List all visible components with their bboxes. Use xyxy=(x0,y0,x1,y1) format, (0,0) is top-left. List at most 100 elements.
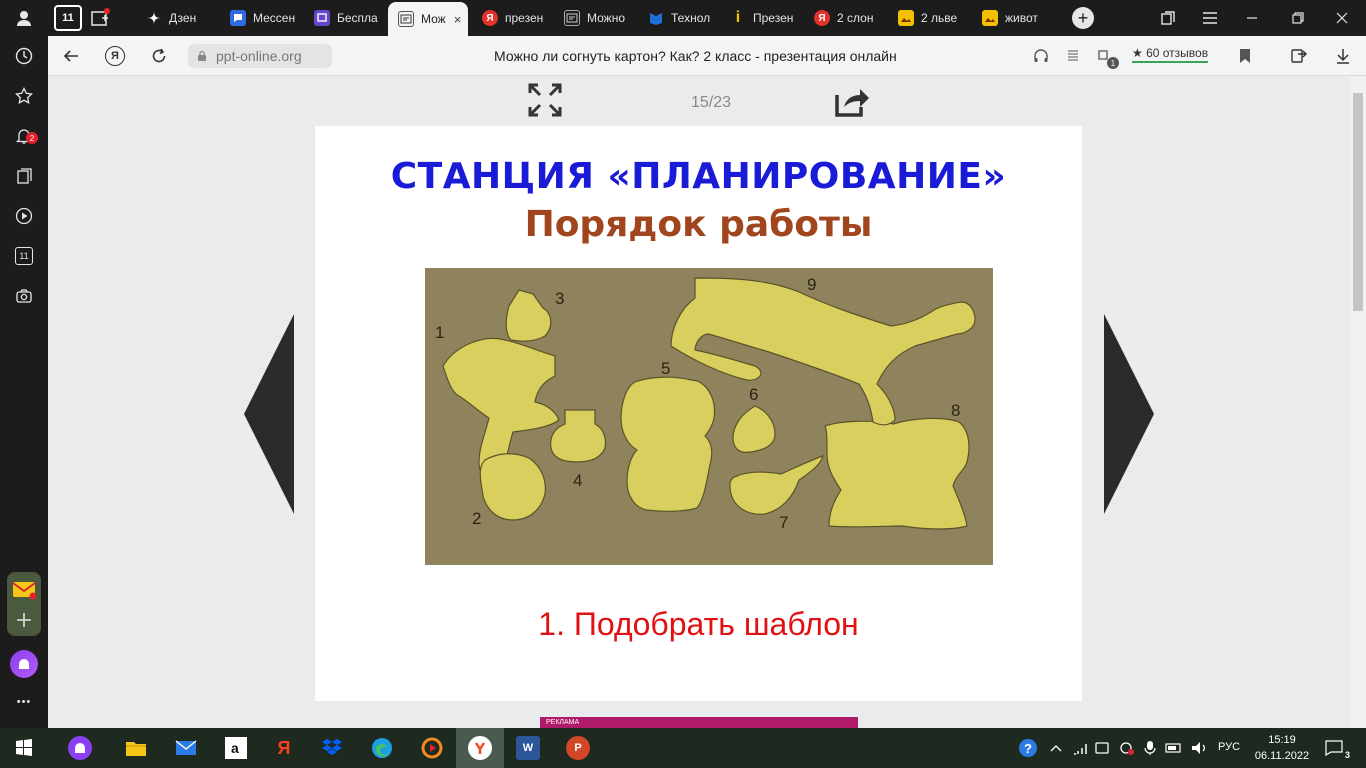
mail-app-icon[interactable] xyxy=(174,736,198,760)
tray-chevron-icon[interactable] xyxy=(1044,736,1068,760)
yandex-browser-icon[interactable] xyxy=(468,736,492,760)
reviews-button[interactable]: ★ 60 отзывов xyxy=(1132,46,1209,63)
extensions-icon[interactable]: 1 xyxy=(1094,45,1119,69)
next-slide-arrow[interactable] xyxy=(1102,314,1154,514)
tab-twitch[interactable]: Беспла xyxy=(314,0,384,36)
new-tab-button[interactable]: + xyxy=(1072,7,1094,29)
tab-counter-label: 11 xyxy=(62,12,74,24)
download-icon[interactable] xyxy=(1332,45,1354,67)
tab-label: Презен xyxy=(753,11,794,25)
tab-label: Можно xyxy=(587,11,625,25)
template-number: 1 xyxy=(435,323,444,342)
tab-label: Технол xyxy=(671,11,711,25)
image-icon xyxy=(898,10,914,26)
alice-taskbar-icon[interactable] xyxy=(68,736,92,760)
reader-mode-icon[interactable] xyxy=(1062,45,1084,67)
share-slide-icon[interactable] xyxy=(834,85,870,119)
tab-label: живот xyxy=(1005,11,1038,25)
tab-counter-button[interactable]: 11 xyxy=(54,5,82,31)
yandex-logo-label: Я xyxy=(105,46,125,66)
history-icon[interactable] xyxy=(12,44,36,68)
previous-slide-arrow[interactable] xyxy=(244,314,296,514)
tab-label: 2 льве xyxy=(921,11,958,25)
screenshot-camera-icon[interactable] xyxy=(12,284,36,308)
notification-center-icon[interactable]: 3 xyxy=(1322,736,1350,760)
edge-browser-icon[interactable] xyxy=(370,736,394,760)
scrollbar-thumb[interactable] xyxy=(1353,93,1363,311)
start-windows-icon[interactable] xyxy=(12,736,36,760)
mail-icon[interactable] xyxy=(12,578,37,600)
clock-time: 15:19 xyxy=(1268,734,1296,746)
reload-icon[interactable] xyxy=(148,45,170,67)
image-icon xyxy=(982,10,998,26)
svg-text:a: a xyxy=(231,740,239,756)
new-tab-group-icon[interactable] xyxy=(90,8,110,28)
battery-icon[interactable] xyxy=(1162,736,1186,760)
volume-icon[interactable] xyxy=(1188,736,1212,760)
tray-app-icon[interactable] xyxy=(1090,736,1114,760)
media-player-icon[interactable] xyxy=(420,736,444,760)
tab-dzen[interactable]: Дзен xyxy=(146,0,218,36)
collections-cards-icon[interactable] xyxy=(12,164,36,188)
share-page-icon[interactable] xyxy=(1288,45,1310,67)
profile-icon[interactable] xyxy=(12,6,36,30)
tab-yandex-2[interactable]: Я 2 слон xyxy=(814,0,888,36)
tab-present[interactable]: i Презен xyxy=(730,0,802,36)
ppt-icon xyxy=(564,10,580,26)
calendar-icon[interactable]: 11 xyxy=(12,244,36,268)
tab-messenger[interactable]: Мессен xyxy=(230,0,302,36)
windows-taskbar: a Я W P ? РУС 15:19 06.11.2022 3 xyxy=(0,728,1366,768)
tab-lions[interactable]: 2 льве xyxy=(898,0,972,36)
microphone-icon[interactable] xyxy=(1138,736,1162,760)
info-icon: i xyxy=(735,9,741,26)
template-number: 9 xyxy=(807,275,816,294)
back-arrow-icon[interactable] xyxy=(60,45,82,67)
svg-text:?: ? xyxy=(1024,741,1032,756)
bookmark-ribbon-icon[interactable] xyxy=(1234,45,1256,67)
fullscreen-icon[interactable] xyxy=(528,83,562,117)
dropbox-icon[interactable] xyxy=(320,736,344,760)
headphones-icon[interactable] xyxy=(1030,45,1052,67)
template-number: 8 xyxy=(951,401,960,420)
bookmarks-star-icon[interactable] xyxy=(12,84,36,108)
minimize-icon[interactable] xyxy=(1240,6,1264,30)
ad-banner[interactable]: РЕКЛАМА xyxy=(540,717,858,728)
url-field[interactable]: ppt-online.org xyxy=(188,44,332,68)
tab-active[interactable]: Мож × xyxy=(388,2,468,36)
clock-date: 06.11.2022 xyxy=(1254,750,1310,762)
tab-ppt[interactable]: Можно xyxy=(564,0,636,36)
slide-title: СТАНЦИЯ «ПЛАНИРОВАНИЕ» xyxy=(390,156,1007,197)
yandex-taskbar-icon[interactable]: Я xyxy=(272,736,296,760)
menu-icon[interactable] xyxy=(1198,6,1222,30)
template-number: 5 xyxy=(661,359,670,378)
page-title: Можно ли согнуть картон? Как? 2 класс - … xyxy=(494,48,897,64)
yandex-icon: Я xyxy=(814,10,830,26)
network-icon[interactable] xyxy=(1068,736,1092,760)
dzen-icon xyxy=(146,10,162,26)
input-language[interactable]: РУС xyxy=(1218,741,1240,753)
system-clock[interactable]: 15:19 06.11.2022 xyxy=(1252,732,1312,764)
tab-close-icon[interactable]: × xyxy=(454,12,462,27)
tray-cloud-icon[interactable] xyxy=(1114,736,1138,760)
restore-icon[interactable] xyxy=(1286,6,1310,30)
powerpoint-icon[interactable]: P xyxy=(566,736,590,760)
notifications-bell-icon[interactable]: 2 xyxy=(12,124,38,148)
amazon-icon[interactable]: a xyxy=(224,736,248,760)
word-icon[interactable]: W xyxy=(516,736,540,760)
close-window-icon[interactable] xyxy=(1330,6,1354,30)
more-options-icon[interactable]: ••• xyxy=(12,696,36,708)
tab-label: Беспла xyxy=(337,11,378,25)
tab-yandex-1[interactable]: Я презен xyxy=(482,0,554,36)
page-scrollbar[interactable] xyxy=(1350,77,1366,728)
add-panel-icon[interactable] xyxy=(14,610,34,630)
tab-label: презен xyxy=(505,11,544,25)
yandex-home-icon[interactable]: Я xyxy=(104,45,126,67)
alice-assistant-icon[interactable] xyxy=(10,650,38,678)
help-icon[interactable]: ? xyxy=(1016,736,1040,760)
tab-tech[interactable]: Технол xyxy=(648,0,718,36)
tab-animals[interactable]: живот xyxy=(982,0,1052,36)
collections-icon[interactable] xyxy=(1156,6,1180,30)
file-explorer-icon[interactable] xyxy=(124,736,148,760)
yandex-icon: Я xyxy=(482,10,498,26)
play-video-icon[interactable] xyxy=(12,204,36,228)
